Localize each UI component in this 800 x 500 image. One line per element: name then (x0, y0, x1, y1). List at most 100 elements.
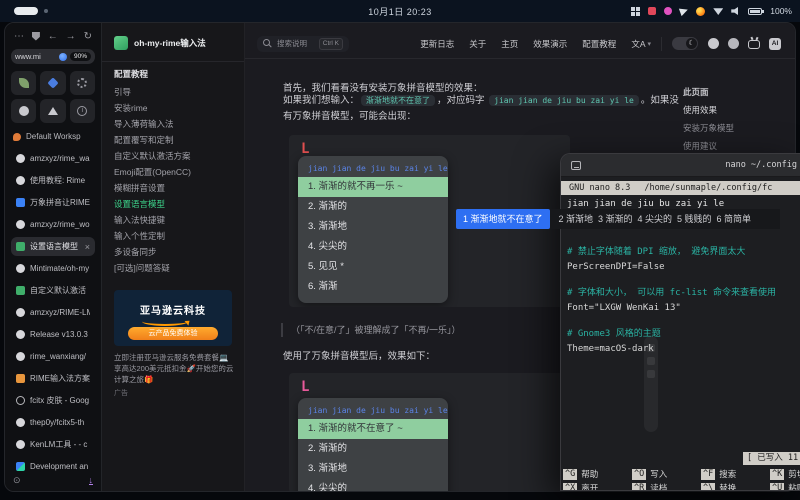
header-nav-link[interactable]: 主页 (501, 38, 518, 50)
url-bar[interactable]: www.mi 90% (11, 49, 95, 64)
shortcut-key: ^K (770, 469, 784, 480)
ime-candidate-box: jian jian de jiu bu zai yi le 1. 渐渐的就不在意… (298, 398, 448, 492)
nano-shortcut: ^X离开 (563, 481, 632, 491)
volume-icon[interactable] (731, 7, 740, 15)
ai-icon[interactable]: AI (769, 38, 781, 50)
sidebar-item[interactable]: Emoji配置(OpenCC) (114, 164, 232, 180)
candidate-item: 2. 渐渐的 (298, 197, 448, 217)
shortcut-key: ^F (701, 469, 715, 480)
reload-icon[interactable]: ↻ (84, 31, 92, 42)
clock: 10月1日 20:23 (368, 5, 432, 18)
wifi-icon[interactable] (713, 7, 723, 15)
sidebar-item[interactable]: [可选]问题答疑 (114, 260, 232, 276)
browser-tab[interactable]: rime_wanxiang/ (11, 347, 95, 366)
tab-close-icon[interactable]: × (85, 242, 90, 252)
github-favicon-icon (16, 264, 25, 273)
fcitx-icon[interactable] (664, 7, 672, 15)
site-header[interactable]: oh-my-rime输入法 (114, 33, 232, 53)
browser-tab[interactable]: 使用教程: Rime (11, 171, 95, 190)
pinned-essential-diamond[interactable] (40, 71, 65, 95)
pinned-essential-upload[interactable] (40, 99, 65, 123)
zoom-level-badge[interactable]: 90% (70, 52, 91, 61)
ad-card[interactable]: 亚马逊云科技 云产品免费体验 立即注册亚马逊云服务免费套餐💻享高达200美元抵扣… (114, 290, 232, 398)
settings-gear-icon[interactable]: ⊙ (13, 475, 21, 486)
divider (661, 37, 662, 51)
candidate-item: 1. 渐渐的就不在意了 ~ (298, 419, 448, 439)
header-nav-link[interactable]: 关于 (469, 38, 486, 50)
github-icon[interactable] (708, 38, 719, 49)
browser-tab[interactable]: amzxyz/rime_wa (11, 149, 95, 168)
sidebar-item[interactable]: 设置语言模型 (114, 196, 232, 212)
pinned-essential-info[interactable]: i (70, 99, 95, 123)
bilibili-icon[interactable] (748, 40, 760, 49)
header-nav-link[interactable]: 更新日志 (420, 38, 454, 50)
menu-dots-icon[interactable]: ⋯ (14, 31, 24, 42)
terminal-blank-line (567, 316, 800, 327)
sidebar-item[interactable]: 配置覆写和定制 (114, 132, 232, 148)
screenshot-with-model: L jian jian de jiu bu zai yi le 1. 渐渐的就不… (289, 373, 570, 492)
nano-shortcut: ^K剪切 (770, 467, 800, 481)
nano-version: GNU nano 8.3 (569, 181, 630, 195)
browser-tab[interactable]: amzxyz/rime_wo (11, 215, 95, 234)
sidebar-item[interactable]: 输入法快捷键 (114, 212, 232, 228)
workspace-indicator[interactable] (14, 7, 48, 15)
browser-tab[interactable]: Mintimate/oh-my (11, 259, 95, 278)
firefox-icon[interactable] (696, 7, 705, 16)
gitee-icon[interactable] (728, 38, 739, 49)
sidebar-item[interactable]: 安装rime (114, 100, 232, 116)
downloads-icon[interactable]: ↓ (89, 476, 94, 485)
browser-tab[interactable]: RIME输入法方案 (11, 369, 95, 388)
header-nav-link[interactable]: 效果演示 (533, 38, 567, 50)
tab-label: 自定义默认激活 (30, 285, 90, 296)
terminal-titlebar[interactable]: nano ~/.config (561, 154, 800, 177)
ad-banner-image[interactable]: 亚马逊云科技 云产品免费体验 (114, 290, 232, 346)
candidate-item: 5. 见见 * (298, 257, 448, 277)
language-switcher[interactable]: 文A ▾ (631, 38, 651, 50)
browser-tab[interactable]: thep0y/fcitx5-th (11, 413, 95, 432)
sidebar-item[interactable]: 导入薄荷输入法 (114, 116, 232, 132)
browser-tab[interactable]: Release v13.0.3 (11, 325, 95, 344)
workspace-row[interactable]: Default Worksp (11, 132, 95, 141)
forward-icon[interactable]: → (66, 31, 76, 42)
shield-icon[interactable] (32, 32, 40, 41)
telegram-icon[interactable] (679, 6, 689, 16)
browser-tab[interactable]: Development an (11, 457, 95, 476)
search-box[interactable]: 搜索说明 Ctrl K (257, 36, 349, 52)
browser-tab[interactable]: amzxyz/RIME-LM (11, 303, 95, 322)
sidebar-item[interactable]: 多设备同步 (114, 244, 232, 260)
dark-mode-toggle[interactable]: ☾ (672, 37, 698, 50)
sidebar-item[interactable]: 自定义默认激活方案 (114, 148, 232, 164)
pinned-essential-leaf[interactable] (11, 71, 36, 95)
battery-percentage: 100% (770, 6, 792, 16)
browser-tab[interactable]: fcitx 皮肤 - Goog (11, 391, 95, 410)
pinned-essential-github[interactable] (11, 99, 36, 123)
browser-tab-rail: ⋯ ← → ↻ www.mi 90% i Default Worksp amzxyz/… (5, 23, 102, 491)
sidebar-item[interactable]: 输入个性定制 (114, 228, 232, 244)
pinned-essential-gear[interactable] (70, 71, 95, 95)
browser-tab[interactable]: 万象拼音让RIME (11, 193, 95, 212)
input-method-icon[interactable] (648, 7, 656, 15)
nano-file-path: /home/sunmaple/.config/fc (644, 181, 772, 195)
system-tray: 100% (631, 0, 792, 22)
ad-banner-badge: 云产品免费体验 (128, 327, 218, 340)
search-shortcut-kbd: Ctrl K (319, 38, 343, 50)
browser-tab[interactable]: 自定义默认激活 (11, 281, 95, 300)
ghost-scroll-overlay (644, 336, 658, 432)
terminal-window: nano ~/.config GNU nano 8.3 /home/sunmap… (560, 153, 800, 491)
browser-tab[interactable]: 设置语言模型× (11, 237, 95, 256)
sidebar-item[interactable]: 模糊拼音设置 (114, 180, 232, 196)
header-nav-link[interactable]: 配置教程 (582, 38, 616, 50)
outline-item[interactable]: 安装万象模型 (683, 119, 796, 137)
green-favicon-icon (16, 242, 25, 251)
terminal-line: Font="LXGW WenKai 13" (567, 301, 800, 316)
tab-label: amzxyz/rime_wa (30, 154, 90, 163)
back-icon[interactable]: ← (48, 31, 58, 42)
browser-tab[interactable]: KenLM工具 - - c (11, 435, 95, 454)
app-grid-icon[interactable] (631, 7, 640, 16)
tab-label: rime_wanxiang/ (30, 352, 90, 361)
github-favicon-icon (16, 418, 25, 427)
sidebar-item[interactable]: 引导 (114, 84, 232, 100)
outline-item[interactable]: 使用效果 (683, 101, 796, 119)
battery-icon[interactable] (748, 8, 762, 15)
sidebar-section-title[interactable]: 配置教程 (114, 68, 232, 80)
